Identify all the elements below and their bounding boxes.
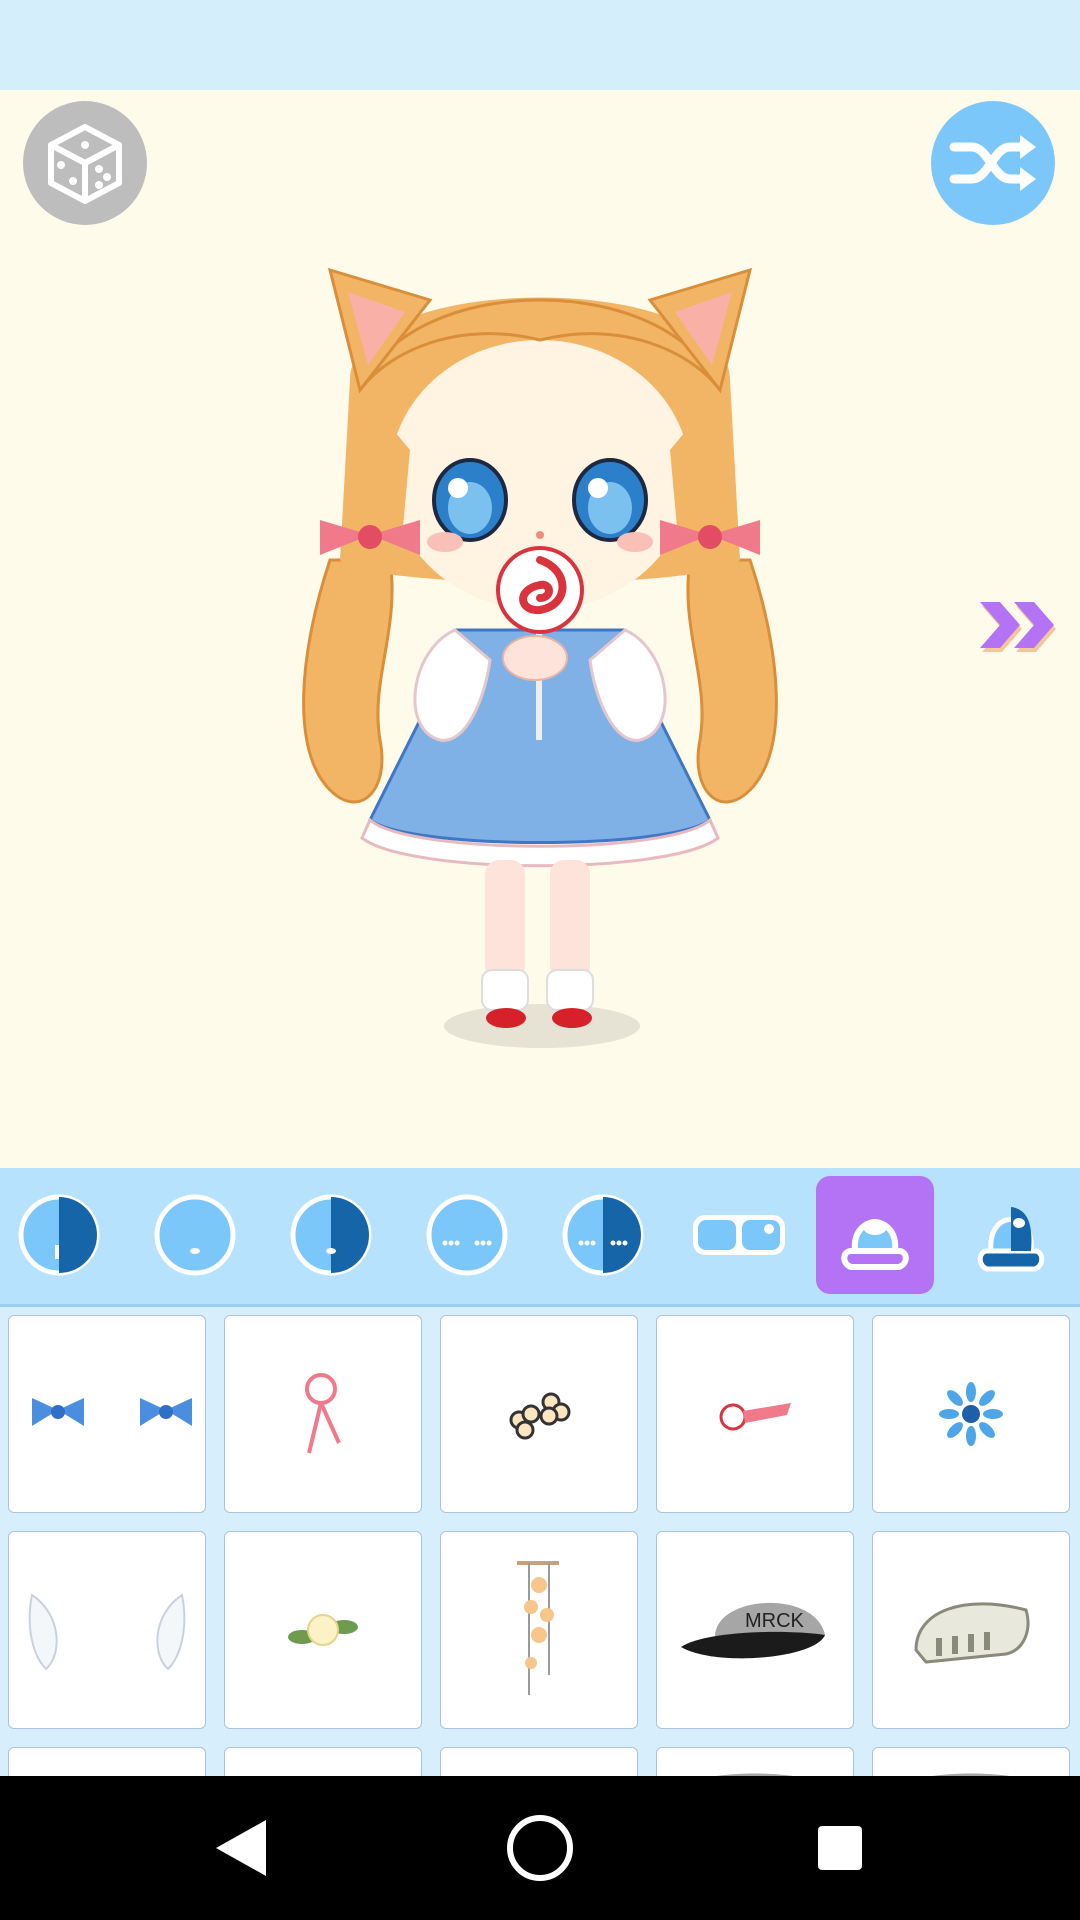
tab-skin-half-tone[interactable] bbox=[0, 1176, 118, 1294]
angel-wings-icon bbox=[28, 1593, 186, 1671]
dice-icon bbox=[48, 124, 122, 204]
item-blue-gingham-bows[interactable] bbox=[8, 1315, 206, 1513]
item-partial[interactable] bbox=[224, 1747, 422, 1776]
left-shoe bbox=[486, 1008, 526, 1028]
flower-clips-icon bbox=[509, 1392, 571, 1440]
category-tab-bar bbox=[0, 1168, 1080, 1307]
recents-square-icon bbox=[818, 1826, 862, 1870]
right-sock bbox=[546, 969, 594, 1011]
eyes-icon bbox=[693, 1215, 785, 1255]
hair-accessory-icon bbox=[841, 1219, 909, 1270]
tab-hair-accessory[interactable] bbox=[816, 1176, 934, 1294]
back-button[interactable] bbox=[200, 1808, 280, 1888]
item-dangling-flower-chain[interactable] bbox=[440, 1531, 638, 1729]
svg-text:MRCK: MRCK bbox=[745, 1610, 805, 1632]
item-blue-daisy[interactable] bbox=[872, 1315, 1070, 1513]
item-angel-wings[interactable] bbox=[8, 1531, 206, 1729]
item-cream-rose[interactable] bbox=[224, 1531, 422, 1729]
item-skull-headpiece[interactable] bbox=[872, 1531, 1070, 1729]
face-half-blush-icon bbox=[562, 1194, 644, 1276]
left-pigtail bbox=[302, 558, 394, 804]
left-sock bbox=[481, 969, 529, 1011]
back-triangle-icon bbox=[216, 1820, 266, 1876]
item-pink-ribbon-pin[interactable] bbox=[224, 1315, 422, 1513]
face-blush-icon bbox=[426, 1194, 508, 1276]
home-circle-icon bbox=[507, 1815, 573, 1881]
item-cap[interactable]: MRCK bbox=[656, 1531, 854, 1729]
item-apple-hairclip[interactable] bbox=[656, 1315, 854, 1513]
right-pigtail bbox=[686, 558, 778, 804]
pink-ribbon-pin-icon bbox=[305, 1373, 341, 1454]
hands bbox=[502, 635, 568, 681]
item-flower-clips[interactable] bbox=[440, 1315, 638, 1513]
shuffle-icon bbox=[949, 135, 1036, 191]
grey-cap-partial-icon bbox=[932, 1773, 1010, 1776]
tab-eyes[interactable] bbox=[680, 1176, 798, 1294]
right-leg bbox=[550, 860, 590, 980]
apple-hairclip-icon bbox=[719, 1403, 791, 1431]
item-partial[interactable] bbox=[8, 1747, 206, 1776]
shuffle-button[interactable] bbox=[931, 101, 1055, 225]
tab-hair-half[interactable] bbox=[952, 1176, 1070, 1294]
item-partial[interactable] bbox=[440, 1747, 638, 1776]
skull-headpiece-icon bbox=[914, 1602, 1030, 1664]
face-half-mouth-icon bbox=[290, 1194, 372, 1276]
hair-half-icon bbox=[977, 1207, 1045, 1272]
next-button[interactable] bbox=[978, 598, 1064, 660]
skin-half-tone-icon bbox=[18, 1194, 100, 1276]
status-bar bbox=[0, 0, 1080, 90]
character-avatar bbox=[302, 267, 778, 1048]
recents-button[interactable] bbox=[800, 1808, 880, 1888]
item-grey-cap-partial[interactable] bbox=[872, 1747, 1070, 1776]
right-shoe bbox=[552, 1008, 592, 1028]
tab-face-blush[interactable] bbox=[408, 1176, 526, 1294]
tab-face-mouth[interactable] bbox=[136, 1176, 254, 1294]
left-leg bbox=[485, 860, 525, 980]
face-mouth-icon bbox=[154, 1194, 236, 1276]
item-grey-cap-partial[interactable] bbox=[656, 1747, 854, 1776]
blue-gingham-bows-icon bbox=[32, 1398, 192, 1426]
system-navigation-bar bbox=[0, 1776, 1080, 1920]
blue-daisy-icon bbox=[939, 1382, 1003, 1446]
shadow bbox=[444, 1004, 640, 1048]
dangling-flower-chain-icon bbox=[517, 1561, 559, 1695]
cap-icon: MRCK bbox=[681, 1602, 825, 1659]
double-chevron-right-icon bbox=[980, 602, 1056, 652]
randomize-button[interactable] bbox=[23, 101, 147, 225]
cream-rose-icon bbox=[288, 1614, 358, 1646]
grey-cap-partial-icon bbox=[716, 1773, 794, 1776]
item-grid: MRCK bbox=[0, 1307, 1080, 1776]
tab-face-half-blush[interactable] bbox=[544, 1176, 662, 1294]
tab-face-half-mouth[interactable] bbox=[272, 1176, 390, 1294]
home-button[interactable] bbox=[500, 1808, 580, 1888]
